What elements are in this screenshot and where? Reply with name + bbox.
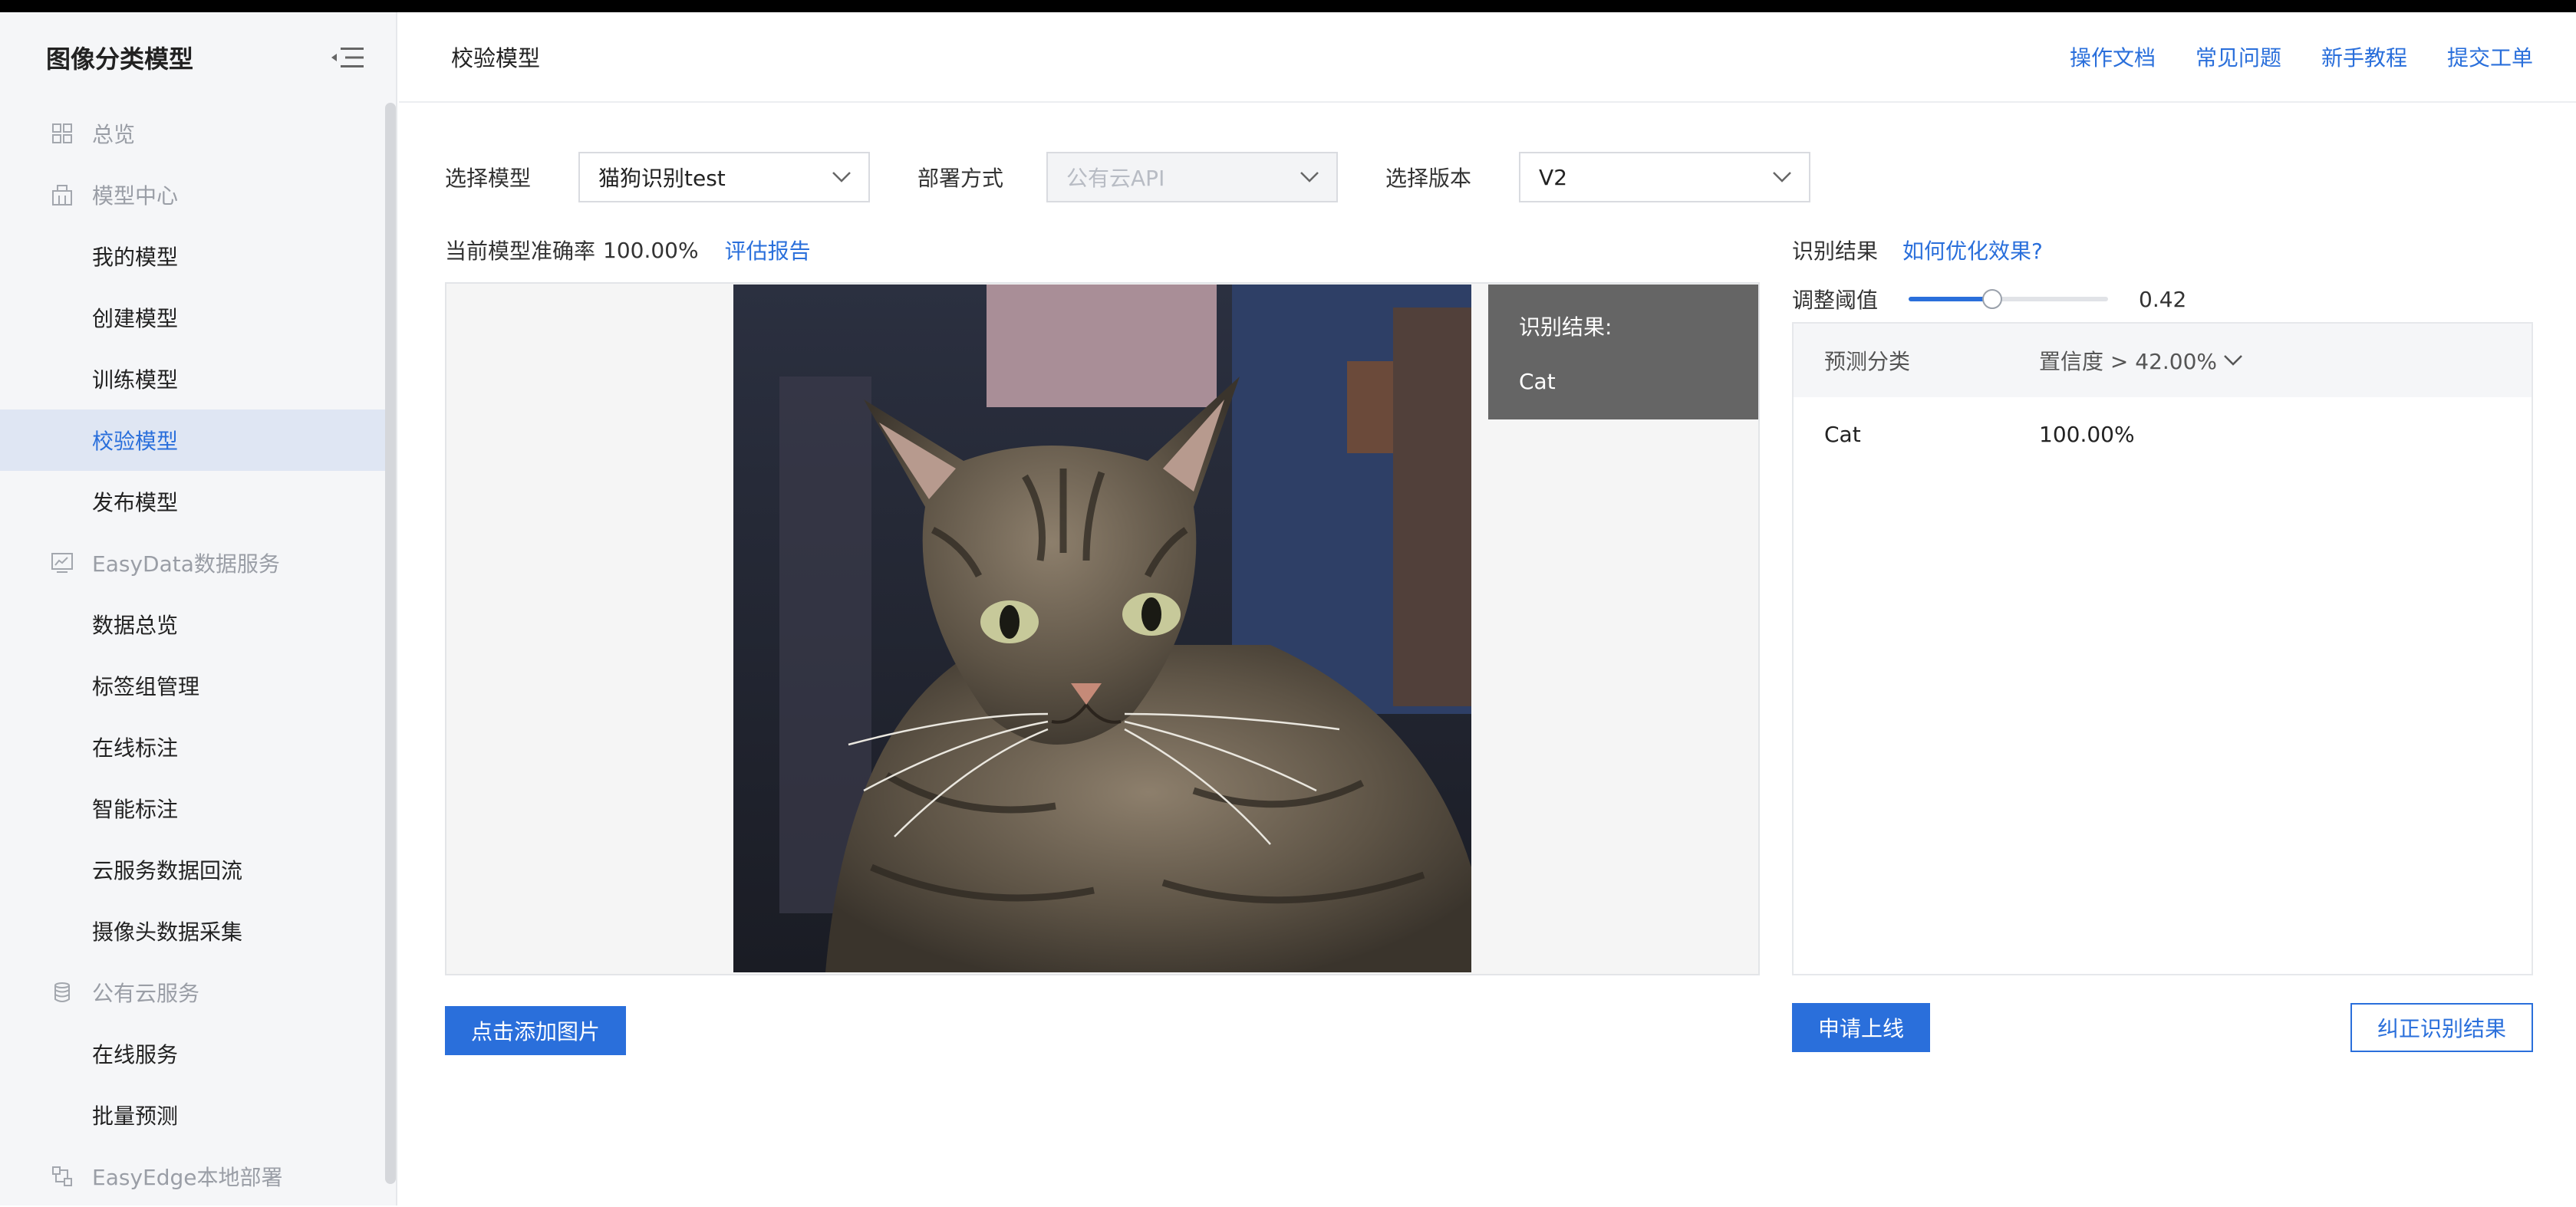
overlay-value: Cat (1519, 369, 1556, 394)
sidebar-item-cloud-data-reflow[interactable]: 云服务数据回流 (0, 839, 387, 900)
threshold-label: 调整阈值 (1792, 288, 1879, 313)
sidebar-header: 图像分类模型 (0, 12, 396, 103)
window-top-bar (0, 0, 2576, 12)
col-confidence-header[interactable]: 置信度 > 42.00% (2039, 345, 2243, 376)
confidence-filter-label: 置信度 > 42.00% (2039, 349, 2218, 374)
sidebar-item-label: 公有云服务 (92, 981, 200, 1006)
faq-link[interactable]: 常见问题 (2196, 41, 2281, 72)
sidebar-item-online-labeling[interactable]: 在线标注 (0, 716, 387, 778)
collapse-menu-icon[interactable] (330, 44, 367, 71)
sidebar-item-data-overview[interactable]: 数据总览 (0, 594, 387, 655)
result-table-header: 预测分类 置信度 > 42.00% (1794, 324, 2532, 397)
add-image-button[interactable]: 点击添加图片 (445, 1006, 626, 1055)
sidebar-item-label: EasyEdge本地部署 (92, 1165, 283, 1190)
chevron-down-icon (1300, 172, 1319, 183)
grid-icon (49, 120, 75, 146)
database-icon (49, 979, 75, 1005)
cat-photo (733, 284, 1471, 972)
sidebar-item-label: 创建模型 (92, 306, 179, 331)
row-category: Cat (1824, 421, 1861, 447)
page-header: 校验模型 操作文档 常见问题 新手教程 提交工单 (399, 12, 2576, 103)
optimize-link[interactable]: 如何优化效果? (1902, 235, 2043, 265)
threshold-slider[interactable] (1909, 289, 2109, 309)
header-links: 操作文档 常见问题 新手教程 提交工单 (2070, 41, 2533, 72)
sidebar-item-label: 智能标注 (92, 797, 179, 822)
sidebar-item-overview[interactable]: 总览 (0, 103, 387, 164)
sidebar-item-camera-collection[interactable]: 摄像头数据采集 (0, 900, 387, 962)
chevron-down-icon (832, 172, 851, 183)
row-confidence: 100.00% (2039, 421, 2135, 447)
accuracy-label: 当前模型准确率 (445, 238, 596, 264)
sidebar-item-validate-model[interactable]: 校验模型 (0, 409, 387, 471)
sidebar-item-label: 校验模型 (92, 429, 179, 454)
sidebar-item-online-service[interactable]: 在线服务 (0, 1023, 387, 1084)
result-title: 识别结果 (1792, 238, 1879, 264)
sidebar-nav: 总览 模型中心 我的模型 创建模型 训练模型 校验模型 发布模型 EasyDat… (0, 103, 387, 1207)
sidebar-item-public-cloud[interactable]: 公有云服务 (0, 962, 387, 1023)
sidebar-scrollbar[interactable] (385, 103, 396, 1184)
edge-device-icon (49, 1163, 75, 1189)
sidebar-item-publish-model[interactable]: 发布模型 (0, 471, 387, 532)
accuracy-row: 当前模型准确率 100.00% 评估报告 (445, 235, 811, 265)
threshold-row: 调整阈值 0.42 (1792, 284, 2186, 314)
sidebar-title: 图像分类模型 (46, 44, 194, 74)
threshold-slider-fill (1909, 297, 1993, 301)
tutorial-link[interactable]: 新手教程 (2321, 41, 2407, 72)
sidebar-item-label: 批量预测 (92, 1103, 179, 1129)
sidebar-item-easydata[interactable]: EasyData数据服务 (0, 532, 387, 594)
sidebar-item-train-model[interactable]: 训练模型 (0, 348, 387, 409)
deploy-select-value: 公有云API (1066, 166, 1165, 191)
sidebar-item-my-models[interactable]: 我的模型 (0, 225, 387, 287)
building-icon (49, 182, 75, 208)
sidebar-item-label: 我的模型 (92, 245, 179, 270)
model-selection-row: 选择模型 猫狗识别test 部署方式 公有云API 选择版本 V2 (445, 152, 1811, 202)
sidebar-item-label-groups[interactable]: 标签组管理 (0, 655, 387, 716)
chart-monitor-icon (49, 550, 75, 576)
threshold-slider-thumb[interactable] (1982, 289, 2003, 309)
model-select[interactable]: 猫狗识别test (578, 152, 871, 202)
sidebar-item-create-model[interactable]: 创建模型 (0, 287, 387, 348)
sidebar-item-label: 数据总览 (92, 613, 179, 638)
col-category-header: 预测分类 (1824, 349, 1911, 374)
sidebar-item-easyedge[interactable]: EasyEdge本地部署 (0, 1146, 387, 1207)
sidebar-item-label: 训练模型 (92, 367, 179, 393)
sidebar-item-label: 在线服务 (92, 1042, 179, 1067)
sidebar-item-label: 摄像头数据采集 (92, 919, 243, 945)
result-table: 预测分类 置信度 > 42.00% Cat 100.00% (1792, 322, 2533, 975)
model-select-value: 猫狗识别test (598, 166, 726, 191)
evaluation-report-link[interactable]: 评估报告 (725, 235, 811, 265)
deploy-label: 部署方式 (917, 166, 1004, 191)
version-select[interactable]: V2 (1519, 152, 1811, 202)
docs-link[interactable]: 操作文档 (2070, 41, 2156, 72)
table-row: Cat 100.00% (1794, 397, 2532, 471)
chevron-down-icon (1773, 172, 1791, 183)
sidebar-item-label: 发布模型 (92, 490, 179, 515)
sidebar-item-batch-predict[interactable]: 批量预测 (0, 1084, 387, 1146)
sidebar-item-smart-labeling[interactable]: 智能标注 (0, 778, 387, 839)
accuracy-value: 100.00% (603, 237, 699, 263)
correct-result-button[interactable]: 纠正识别结果 (2350, 1003, 2533, 1052)
sidebar: 图像分类模型 总览 模型中心 我的模型 创建模型 训练模型 校验模型 发布模型 … (0, 12, 397, 1205)
sidebar-item-model-center[interactable]: 模型中心 (0, 164, 387, 225)
model-label: 选择模型 (445, 166, 532, 191)
sidebar-item-label: 标签组管理 (92, 674, 200, 699)
sidebar-item-label: 在线标注 (92, 735, 179, 761)
version-label: 选择版本 (1385, 166, 1472, 191)
submit-ticket-link[interactable]: 提交工单 (2447, 41, 2533, 72)
sidebar-item-label: EasyData数据服务 (92, 551, 280, 577)
sidebar-item-label: 云服务数据回流 (92, 858, 243, 883)
apply-online-button[interactable]: 申请上线 (1792, 1003, 1930, 1052)
sidebar-item-label: 模型中心 (92, 183, 179, 209)
version-select-value: V2 (1539, 164, 1568, 190)
recognition-overlay: 识别结果: Cat (1488, 284, 1758, 419)
result-header: 识别结果 如何优化效果? (1792, 235, 2043, 265)
page-title: 校验模型 (451, 45, 541, 71)
chevron-down-icon (2224, 355, 2242, 366)
overlay-title: 识别结果: (1519, 314, 1612, 340)
deploy-select[interactable]: 公有云API (1046, 152, 1339, 202)
sidebar-item-label: 总览 (92, 122, 136, 147)
threshold-value: 0.42 (2139, 286, 2187, 312)
